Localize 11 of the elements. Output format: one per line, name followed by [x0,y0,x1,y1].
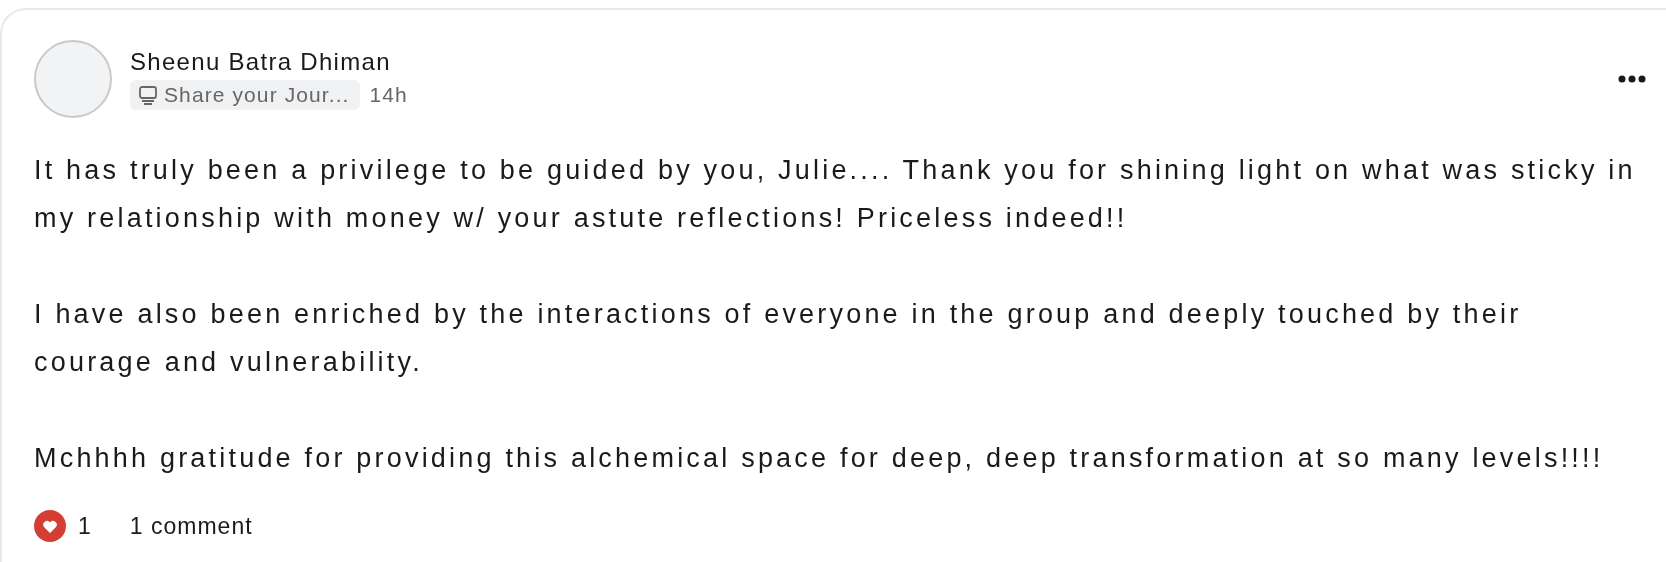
post-time: 14h [369,83,408,107]
monitor-icon [138,85,158,105]
post-paragraph: Mchhhh gratitude for providing this alchemical space for deep, deep transformation at so many levels!!!! [34,442,1605,475]
comments-link[interactable]: 1 comment [129,512,253,540]
like-icon[interactable] [34,510,66,542]
channel-link[interactable]: Share your Jour... [130,80,360,110]
post-paragraph: It has truly been a privilege to be guided by you, Julie.... Thank you for shining light on what was sticky in my relationship with money w/ your astute reflections! Priceless indeed!! [34,154,1637,235]
author-name[interactable]: Sheenu Batra Dhiman [130,48,1618,76]
post-paragraph: I have also been enriched by the interactions of everyone in the group and deeply touched by their courage and vulnerability. [34,298,1523,379]
like-count: 1 [78,512,92,540]
more-options-icon[interactable] [1618,75,1646,83]
